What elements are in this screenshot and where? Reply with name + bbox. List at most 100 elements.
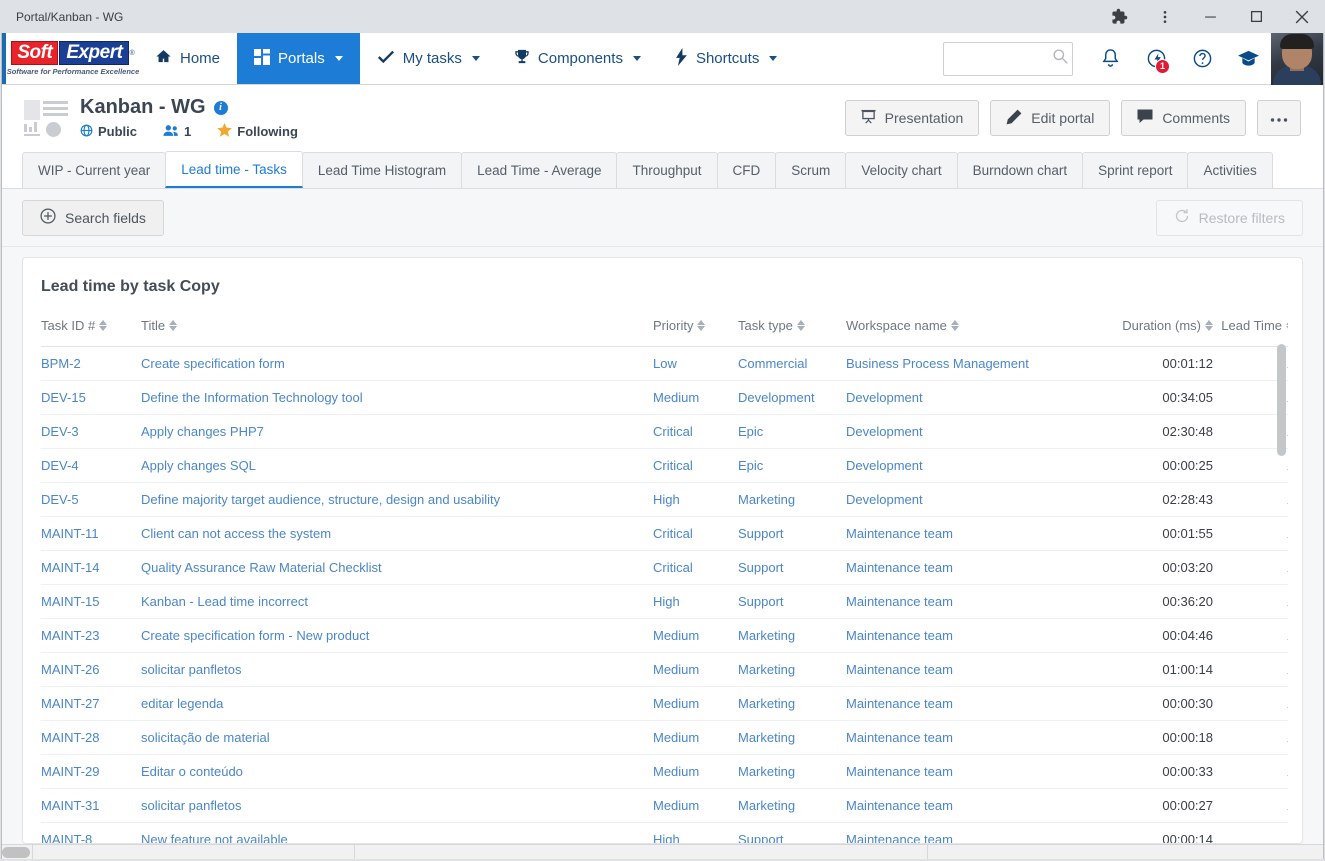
cell-task_id[interactable]: BPM-2 <box>41 346 141 381</box>
cell-workspace[interactable]: Maintenance team <box>846 584 1088 619</box>
table-row[interactable]: DEV-3 Apply changes PHP7 Critical Epic Devel… <box>41 414 1288 449</box>
bell-icon[interactable] <box>1087 33 1133 85</box>
sort-toggle-icon[interactable] <box>1205 320 1213 331</box>
cell-title[interactable]: Define the Information Technology tool <box>141 380 653 415</box>
search-input[interactable] <box>952 50 1052 67</box>
tab-sprint-report[interactable]: Sprint report <box>1082 152 1189 188</box>
tab-lead-time-tasks[interactable]: Lead time - Tasks <box>165 151 303 188</box>
cell-workspace[interactable]: Maintenance team <box>846 618 1088 653</box>
restore-filters-button[interactable]: Restore filters <box>1155 199 1303 236</box>
cell-workspace[interactable]: Development <box>846 380 1088 415</box>
cell-title[interactable]: Apply changes PHP7 <box>141 414 653 449</box>
cell-title[interactable]: Kanban - Lead time incorrect <box>141 584 653 619</box>
cell-priority[interactable]: Low <box>653 346 738 381</box>
cell-workspace[interactable]: Maintenance team <box>846 550 1088 585</box>
table-row[interactable]: DEV-15 Define the Information Technology … <box>41 380 1288 415</box>
cell-priority[interactable]: Medium <box>653 754 738 789</box>
maximize-button[interactable] <box>1233 0 1279 33</box>
tab-velocity-chart[interactable]: Velocity chart <box>845 152 958 188</box>
cell-workspace[interactable]: Development <box>846 414 1088 449</box>
tab-lead-time-histogram[interactable]: Lead Time Histogram <box>301 152 463 188</box>
cell-title[interactable]: Client can not access the system <box>141 516 653 551</box>
cell-title[interactable]: solicitação de material <box>141 720 653 755</box>
cell-task_id[interactable]: MAINT-23 <box>41 618 141 653</box>
cell-task_type[interactable]: Marketing <box>738 788 846 823</box>
cell-priority[interactable]: High <box>653 822 738 843</box>
page-scroll-thumb[interactable] <box>2 847 30 858</box>
cell-workspace[interactable]: Business Process Management <box>846 346 1088 381</box>
cell-task_type[interactable]: Marketing <box>738 686 846 721</box>
cell-task_id[interactable]: MAINT-8 <box>41 822 141 843</box>
search-fields-button[interactable]: Search fields <box>22 199 164 236</box>
table-row[interactable]: MAINT-11 Client can not access the system… <box>41 516 1288 551</box>
cell-workspace[interactable]: Maintenance team <box>846 516 1088 551</box>
cell-task_type[interactable]: Marketing <box>738 482 846 517</box>
cell-task_type[interactable]: Support <box>738 584 846 619</box>
column-header-task_type[interactable]: Task type <box>738 318 846 347</box>
nav-item-my-tasks[interactable]: My tasks <box>360 33 497 84</box>
table-row[interactable]: MAINT-31 solicitar panfletos Medium Marketi… <box>41 788 1288 823</box>
cell-title[interactable]: Editar o conteúdo <box>141 754 653 789</box>
cell-task_type[interactable]: Epic <box>738 414 846 449</box>
table-row[interactable]: DEV-5 Define majority target audience, st… <box>41 482 1288 517</box>
sort-toggle-icon[interactable] <box>1286 320 1288 331</box>
cell-task_type[interactable]: Support <box>738 516 846 551</box>
info-icon[interactable]: i <box>213 100 228 115</box>
softexpert-logo[interactable]: Soft Expert ® Software for Performance Exc… <box>2 33 139 84</box>
close-button[interactable] <box>1279 0 1325 33</box>
table-row[interactable]: DEV-4 Apply changes SQL Critical Epic Develo… <box>41 448 1288 483</box>
cell-title[interactable]: solicitar panfletos <box>141 788 653 823</box>
cell-priority[interactable]: Critical <box>653 516 738 551</box>
table-row[interactable]: MAINT-8 New feature not available High Supp… <box>41 822 1288 843</box>
cell-priority[interactable]: Medium <box>653 720 738 755</box>
column-header-priority[interactable]: Priority <box>653 318 738 347</box>
cell-priority[interactable]: Critical <box>653 414 738 449</box>
column-header-task_id[interactable]: Task ID # <box>41 318 141 347</box>
cell-task_id[interactable]: DEV-5 <box>41 482 141 517</box>
cell-priority[interactable]: Medium <box>653 380 738 415</box>
cell-workspace[interactable]: Maintenance team <box>846 720 1088 755</box>
cell-task_type[interactable]: Marketing <box>738 618 846 653</box>
cell-title[interactable]: Apply changes SQL <box>141 448 653 483</box>
more-vertical-icon[interactable] <box>1142 0 1187 33</box>
tab-lead-time-average[interactable]: Lead Time - Average <box>461 152 618 188</box>
cell-workspace[interactable]: Development <box>846 482 1088 517</box>
avatar[interactable] <box>1271 33 1323 85</box>
extensions-icon[interactable] <box>1097 0 1142 33</box>
cell-title[interactable]: Create specification form - New product <box>141 618 653 653</box>
cell-priority[interactable]: High <box>653 584 738 619</box>
cell-task_type[interactable]: Marketing <box>738 754 846 789</box>
more-actions-button[interactable] <box>1257 100 1301 136</box>
cell-priority[interactable]: Critical <box>653 550 738 585</box>
nav-item-home[interactable]: Home <box>138 33 237 84</box>
cell-workspace[interactable]: Maintenance team <box>846 788 1088 823</box>
cell-priority[interactable]: Medium <box>653 788 738 823</box>
cell-workspace[interactable]: Maintenance team <box>846 822 1088 843</box>
tab-cfd[interactable]: CFD <box>716 152 777 188</box>
cell-task_type[interactable]: Support <box>738 550 846 585</box>
cell-workspace[interactable]: Maintenance team <box>846 686 1088 721</box>
tab-burndown-chart[interactable]: Burndown chart <box>956 152 1084 188</box>
cell-title[interactable]: New feature not available <box>141 822 653 843</box>
tab-activities[interactable]: Activities <box>1187 152 1273 188</box>
search-icon[interactable] <box>1052 48 1069 70</box>
cell-title[interactable]: Create specification form <box>141 346 653 381</box>
table-row[interactable]: MAINT-26 solicitar panfletos Medium Marketi… <box>41 652 1288 687</box>
nav-item-portals[interactable]: Portals <box>237 33 360 84</box>
edit-portal-button[interactable]: Edit portal <box>990 100 1111 136</box>
sort-toggle-icon[interactable] <box>796 320 805 331</box>
cell-task_id[interactable]: MAINT-11 <box>41 516 141 551</box>
pen-clock-icon[interactable]: 1 <box>1133 33 1179 85</box>
cell-task_type[interactable]: Marketing <box>738 652 846 687</box>
cell-task_id[interactable]: MAINT-31 <box>41 788 141 823</box>
cell-title[interactable]: solicitar panfletos <box>141 652 653 687</box>
sort-toggle-icon[interactable] <box>99 320 108 331</box>
column-header-lead_time[interactable]: Lead Time <box>1213 318 1288 347</box>
cell-task_type[interactable]: Commercial <box>738 346 846 381</box>
nav-item-shortcuts[interactable]: Shortcuts <box>658 33 794 84</box>
tab-throughput[interactable]: Throughput <box>616 152 718 188</box>
table-vertical-scrollbar[interactable] <box>1277 344 1286 843</box>
column-header-duration[interactable]: Duration (ms) <box>1088 318 1213 347</box>
sort-toggle-icon[interactable] <box>950 320 959 331</box>
cell-task_id[interactable]: MAINT-26 <box>41 652 141 687</box>
